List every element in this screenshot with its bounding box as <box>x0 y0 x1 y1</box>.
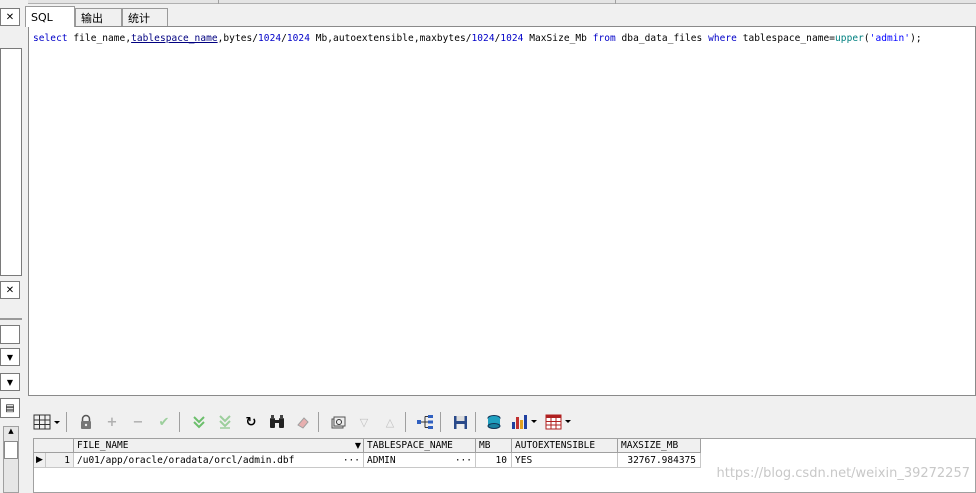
toolbar-separator <box>66 412 67 432</box>
close-icon[interactable]: ✕ <box>0 8 20 26</box>
top-edge <box>28 0 976 4</box>
left-panel-strip: ✕ ✕ ▼ ▼ ▤ ▲ <box>0 0 25 493</box>
splitter[interactable] <box>28 396 976 408</box>
post-changes-icon[interactable]: ✔ <box>153 411 175 433</box>
delete-record-icon[interactable]: − <box>127 411 149 433</box>
lock-icon[interactable] <box>75 411 97 433</box>
add-record-icon[interactable]: + <box>101 411 123 433</box>
save-icon[interactable] <box>449 411 471 433</box>
watermark: https://blog.csdn.net/weixin_39272257 <box>716 466 970 481</box>
prev-record-icon[interactable]: △ <box>379 411 401 433</box>
toolbar-separator <box>179 412 180 432</box>
tree-icon[interactable] <box>414 411 436 433</box>
sql-token: dba_data_files <box>615 33 709 44</box>
tab-label: 统计 <box>128 11 150 25</box>
chevron-down-icon[interactable]: ▼ <box>355 439 361 453</box>
chevron-down-icon[interactable]: ▼ <box>0 348 20 366</box>
table-icon[interactable] <box>544 411 574 433</box>
ellipsis-button[interactable]: ··· <box>455 453 472 468</box>
scrollbar[interactable]: ▲ <box>3 426 19 493</box>
sql-token: Mb,autoextensible,maxbytes/ <box>309 33 472 44</box>
toolbar-separator <box>440 412 441 432</box>
sql-token: 'admin' <box>869 33 911 44</box>
binoculars-icon[interactable] <box>266 411 288 433</box>
scrollbar-thumb[interactable] <box>4 441 18 459</box>
sql-editor[interactable]: select file_name,tablespace_name,bytes/1… <box>28 26 976 396</box>
eraser-icon[interactable] <box>292 411 314 433</box>
column-header-tablespace-name[interactable]: TABLESPACE_NAME <box>364 439 476 453</box>
cell-autoextensible[interactable]: YES <box>512 453 618 468</box>
sql-token: tablespace_name= <box>736 33 836 44</box>
sql-token: where <box>708 33 737 44</box>
sql-statement[interactable]: select file_name,tablespace_name,bytes/1… <box>33 33 922 44</box>
refresh-icon[interactable]: ↻ <box>240 411 262 433</box>
chart-icon[interactable] <box>510 411 540 433</box>
result-toolbar: + − ✔ ↻ ▽ △ <box>28 408 976 436</box>
cell-mb[interactable]: 10 <box>476 453 512 468</box>
sql-token: 1024 <box>258 33 282 44</box>
sql-token: 1024 <box>286 33 310 44</box>
current-row-indicator-icon: ▶ <box>34 453 46 468</box>
tab-label: SQL <box>31 10 53 24</box>
column-header-autoextensible[interactable]: AUTOEXTENSIBLE <box>512 439 618 453</box>
cell-file-name[interactable]: /u01/app/oracle/oradata/orcl/admin.dbf ··… <box>74 453 364 468</box>
close-icon[interactable]: ✕ <box>0 281 20 299</box>
toolbar-separator <box>405 412 406 432</box>
chevron-down-icon[interactable]: ▼ <box>0 373 20 391</box>
fetch-last-icon[interactable] <box>214 411 236 433</box>
ellipsis-button[interactable]: ··· <box>343 453 360 468</box>
divider <box>0 318 22 320</box>
divider <box>615 0 616 4</box>
query-by-example-icon[interactable] <box>327 411 349 433</box>
cell-maxsize-mb[interactable]: 32767.984375 <box>618 453 701 468</box>
grid-menu-icon[interactable] <box>32 411 62 433</box>
column-header-maxsize-mb[interactable]: MAXSIZE_MB <box>618 439 701 453</box>
sql-token: ); <box>910 33 922 44</box>
sql-token: select <box>33 33 68 44</box>
sql-token: tablespace_name <box>131 33 218 44</box>
row-number: 1 <box>46 453 74 468</box>
row-header-corner <box>34 439 74 453</box>
document-icon[interactable]: ▤ <box>0 398 20 418</box>
tab-label: 输出 <box>81 11 103 25</box>
column-header-mb[interactable]: MB <box>476 439 512 453</box>
column-header-file-name[interactable]: FILE_NAME ▼ <box>74 439 364 453</box>
tab-output[interactable]: 输出 <box>75 8 122 26</box>
sql-token: upper <box>835 33 864 44</box>
sql-token: ,bytes/ <box>217 33 259 44</box>
blank-button[interactable] <box>0 325 20 344</box>
sql-token: from <box>592 33 616 44</box>
scroll-up-icon[interactable]: ▲ <box>4 427 18 439</box>
export-icon[interactable] <box>484 411 506 433</box>
fetch-next-icon[interactable] <box>188 411 210 433</box>
tab-statistics[interactable]: 统计 <box>122 8 168 26</box>
toolbar-separator <box>475 412 476 432</box>
tab-sql[interactable]: SQL <box>25 6 75 27</box>
sql-token: MaxSize_Mb <box>523 33 593 44</box>
cell-tablespace-name[interactable]: ADMIN ··· <box>364 453 476 468</box>
sql-token: 1024 <box>500 33 524 44</box>
toolbar-separator <box>318 412 319 432</box>
sql-token: 1024 <box>471 33 495 44</box>
sql-token: file_name, <box>67 33 132 44</box>
object-browser-pane[interactable] <box>0 48 22 276</box>
next-record-icon[interactable]: ▽ <box>353 411 375 433</box>
divider <box>218 0 219 4</box>
